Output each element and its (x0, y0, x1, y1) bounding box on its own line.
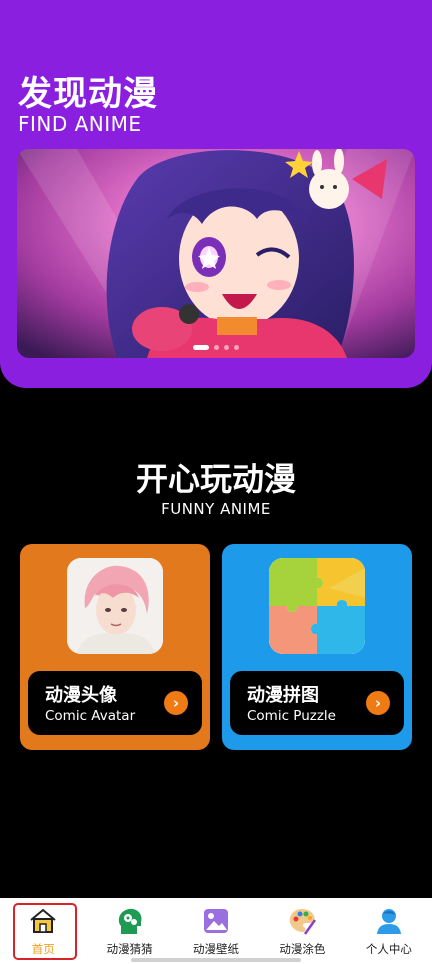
card-subtitle: Comic Avatar (45, 708, 136, 724)
hero-header: 发现动漫 FIND ANIME (0, 0, 432, 388)
user-icon (376, 909, 401, 934)
wallpaper-icon (204, 909, 229, 933)
section-subtitle: FUNNY ANIME (161, 500, 271, 518)
palette-icon (290, 909, 317, 935)
carousel-dots (17, 345, 415, 350)
comic-avatar-card[interactable]: 动漫头像 Comic Avatar › (20, 544, 210, 750)
active-tab-highlight (13, 903, 77, 960)
guess-head-icon (118, 908, 142, 934)
card-title: 动漫头像 (45, 685, 117, 706)
nav-label: 动漫猜猜 (106, 942, 153, 956)
section-title: 开心玩动漫 (135, 460, 296, 498)
anime-avatar-thumbnail (67, 558, 163, 654)
comic-puzzle-label[interactable]: 动漫拼图 Comic Puzzle › (230, 671, 404, 735)
nav-item-profile[interactable]: 个人中心 (346, 898, 432, 964)
nav-item-wallpaper[interactable]: 动漫壁纸 (173, 898, 259, 964)
arrow-right-icon[interactable]: › (164, 691, 188, 715)
nav-item-guess[interactable]: 动漫猜猜 (86, 898, 172, 964)
carousel-dot[interactable] (234, 345, 239, 350)
comic-avatar-label[interactable]: 动漫头像 Comic Avatar › (28, 671, 202, 735)
puzzle-thumbnail (269, 558, 365, 654)
card-subtitle: Comic Puzzle (247, 708, 336, 724)
anime-banner-image (17, 149, 415, 358)
arrow-right-icon[interactable]: › (366, 691, 390, 715)
carousel-dot[interactable] (214, 345, 219, 350)
nav-item-coloring[interactable]: 动漫涂色 (259, 898, 345, 964)
hero-subtitle: FIND ANIME (18, 112, 142, 136)
nav-label: 动漫涂色 (279, 942, 326, 956)
carousel-dot-active[interactable] (193, 345, 209, 350)
hero-title: 发现动漫 (18, 74, 158, 114)
home-indicator-bar[interactable] (131, 958, 301, 962)
carousel-dot[interactable] (224, 345, 229, 350)
comic-puzzle-card[interactable]: 动漫拼图 Comic Puzzle › (222, 544, 412, 750)
nav-label: 个人中心 (365, 942, 412, 956)
home-screen: 发现动漫 FIND ANIME 开心玩动漫 FUNNY ANIME 动漫头像 C… (0, 0, 432, 964)
nav-label: 动漫壁纸 (193, 942, 240, 956)
card-title: 动漫拼图 (247, 685, 319, 706)
banner-carousel[interactable] (17, 149, 415, 358)
